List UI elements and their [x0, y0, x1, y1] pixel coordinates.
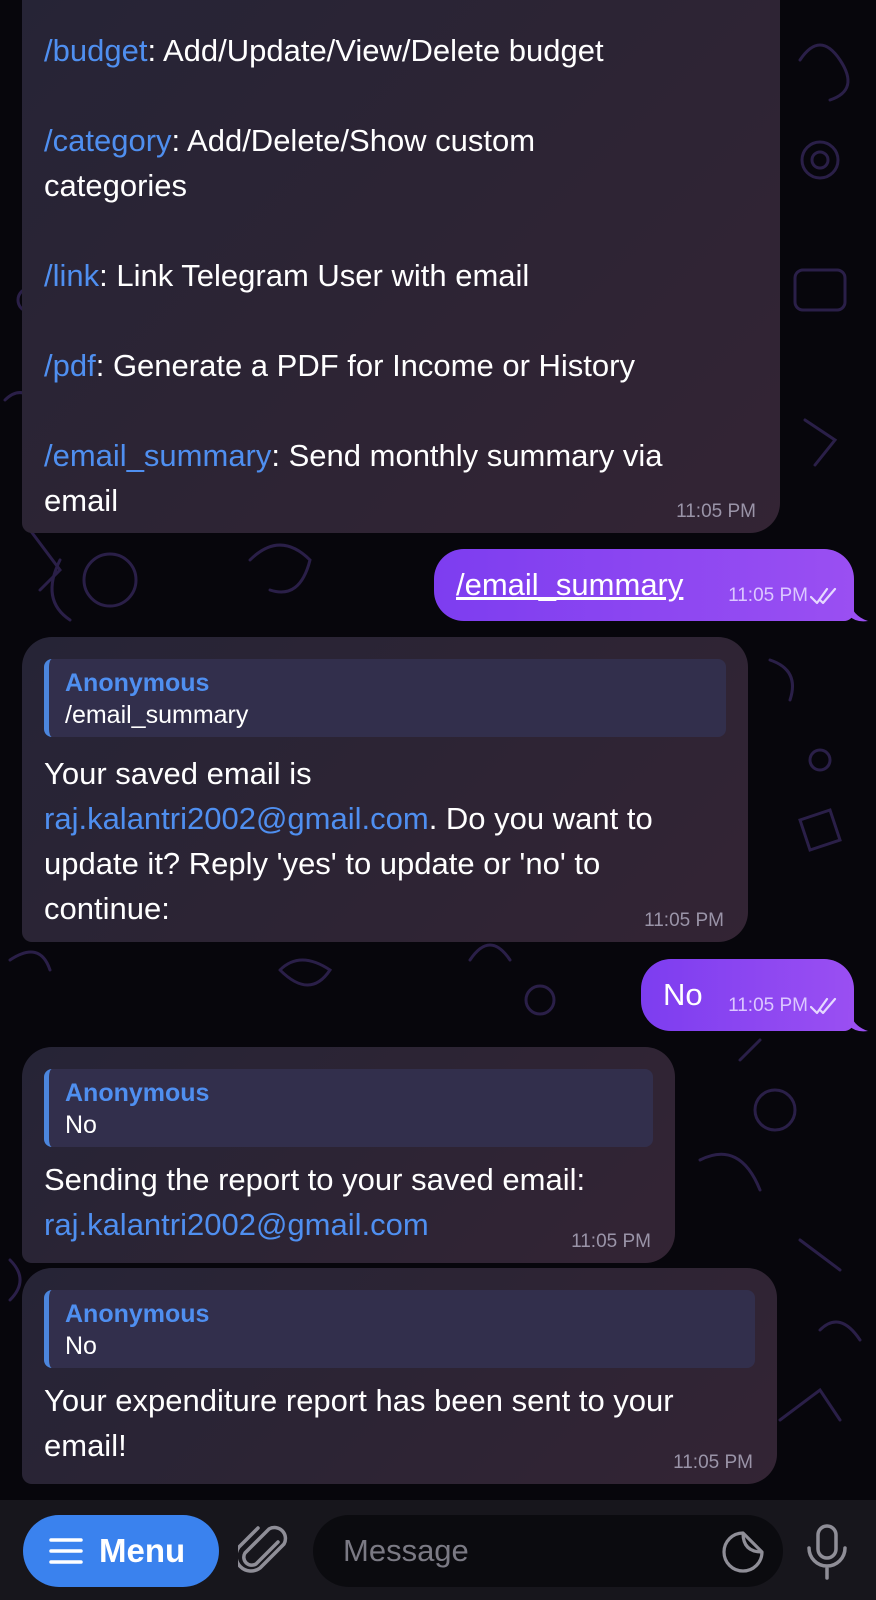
reply-sender-name: Anonymous — [65, 669, 210, 697]
message-input-field[interactable] — [313, 1515, 783, 1587]
paperclip-icon[interactable] — [238, 1522, 290, 1580]
help-line-pdf: /pdf: Generate a PDF for Income or Histo… — [44, 348, 635, 383]
message-time: 11:05 PM — [728, 585, 808, 606]
message-time: 11:05 PM — [673, 1452, 753, 1473]
menu-button[interactable]: Menu — [23, 1515, 219, 1587]
sticker-icon[interactable] — [721, 1530, 765, 1574]
reply-quote[interactable]: Anonymous No — [44, 1290, 755, 1368]
hamburger-icon — [49, 1538, 83, 1564]
double-check-icon — [810, 587, 837, 605]
message-text-line: Sending the report to your saved email: — [44, 1162, 586, 1197]
command-link-link[interactable]: /link — [44, 258, 99, 293]
email-link[interactable]: raj.kalantri2002@gmail.com — [44, 801, 429, 836]
help-line-email-summary-cont: email — [44, 483, 119, 518]
help-line-link: /link: Link Telegram User with email — [44, 258, 530, 293]
bot-message-bubble-email-prompt: Anonymous /email_summary Your saved emai… — [22, 637, 748, 942]
help-line-category-cont: categories — [44, 168, 188, 203]
reply-quote[interactable]: Anonymous No — [44, 1069, 653, 1147]
command-link-budget[interactable]: /budget — [44, 33, 147, 68]
reply-quote-text: No — [65, 1332, 97, 1360]
menu-button-label: Menu — [99, 1532, 186, 1569]
command-link-pdf[interactable]: /pdf — [44, 348, 96, 383]
outgoing-message-text: No — [663, 977, 703, 1012]
message-time: 11:05 PM — [676, 501, 756, 522]
microphone-icon[interactable] — [805, 1524, 849, 1580]
outgoing-message-bubble: /email_summary 11:05 PM — [434, 549, 854, 621]
message-time: 11:05 PM — [571, 1231, 651, 1252]
outgoing-message-bubble: No 11:05 PM — [641, 959, 854, 1031]
help-line-category: /category: Add/Delete/Show custom — [44, 123, 536, 158]
bot-message-bubble-report-sent: Anonymous No Your expenditure report has… — [22, 1268, 777, 1484]
reply-quote-text: /email_summary — [65, 701, 249, 729]
reply-sender-name: Anonymous — [65, 1079, 210, 1107]
help-message-bubble: /budget: Add/Update/View/Delete budget /… — [22, 0, 780, 533]
message-composer-bar: Menu — [0, 1500, 876, 1600]
help-line-email-summary: /email_summary: Send monthly summary via — [44, 438, 663, 473]
message-text-line: raj.kalantri2002@gmail.com. Do you want … — [44, 801, 653, 836]
message-text-line: continue: — [44, 891, 170, 926]
double-check-icon — [810, 997, 837, 1015]
message-text-line: email! — [44, 1428, 127, 1463]
reply-sender-name: Anonymous — [65, 1300, 210, 1328]
bubble-tail-icon — [848, 1008, 868, 1032]
bot-message-bubble-sending: Anonymous No Sending the report to your … — [22, 1047, 675, 1263]
message-text-line: Your expenditure report has been sent to… — [44, 1383, 674, 1418]
message-text-line: update it? Reply 'yes' to update or 'no'… — [44, 846, 601, 881]
message-time: 11:05 PM — [644, 910, 724, 931]
reply-quote[interactable]: Anonymous /email_summary — [44, 659, 726, 737]
help-line-budget: /budget: Add/Update/View/Delete budget — [44, 33, 604, 68]
command-link-category[interactable]: /category — [44, 123, 172, 158]
reply-quote-text: No — [65, 1111, 97, 1139]
bubble-tail-icon — [848, 598, 868, 622]
message-input[interactable] — [341, 1532, 675, 1570]
message-text-line: Your saved email is — [44, 756, 312, 791]
message-time: 11:05 PM — [728, 995, 808, 1016]
outgoing-command-link[interactable]: /email_summary — [456, 562, 683, 607]
command-link-email-summary[interactable]: /email_summary — [44, 438, 271, 473]
